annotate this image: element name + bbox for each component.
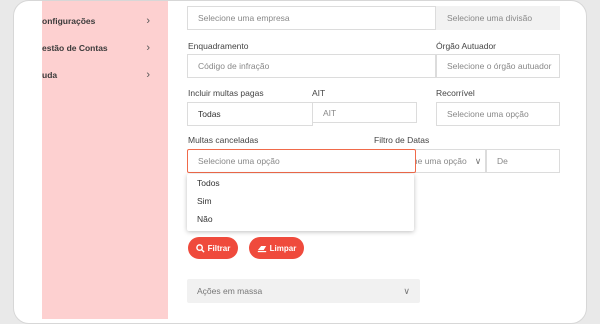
- ait-input[interactable]: AIT: [312, 102, 417, 123]
- recorrivel-select[interactable]: Selecione uma opção: [436, 102, 560, 126]
- chevron-right-icon: ›: [146, 42, 150, 54]
- ait-label: AIT: [312, 88, 326, 98]
- search-icon: [195, 243, 205, 253]
- orgao-placeholder: Selecione o órgão autuador: [447, 61, 552, 71]
- filtrar-button[interactable]: Filtrar: [188, 237, 238, 259]
- dropdown-option-sim[interactable]: Sim: [197, 196, 212, 206]
- multas-canceladas-select[interactable]: Selecione uma opção: [187, 149, 416, 173]
- ait-placeholder: AIT: [323, 107, 337, 118]
- limpar-label: Limpar: [269, 243, 297, 253]
- sidebar-item-label: onfigurações: [42, 16, 96, 26]
- enquadramento-placeholder: Código de infração: [198, 61, 270, 71]
- limpar-button[interactable]: Limpar: [249, 237, 304, 259]
- acoes-em-massa-label: Ações em massa: [197, 286, 263, 296]
- sidebar-item-label: estão de Contas: [42, 43, 108, 53]
- dropdown-option-todos[interactable]: Todos: [197, 178, 220, 188]
- incluir-multas-value: Todas: [198, 109, 221, 119]
- incluir-multas-select[interactable]: Todas: [187, 102, 313, 126]
- eraser-icon: [257, 245, 266, 252]
- sidebar-item-ajuda[interactable]: uda ›: [42, 65, 168, 85]
- data-de-placeholder: De: [497, 156, 508, 166]
- recorrivel-label: Recorrível: [436, 88, 475, 98]
- filtro-datas-label: Filtro de Datas: [374, 135, 430, 145]
- incluir-multas-label: Incluir multas pagas: [188, 88, 264, 98]
- filtrar-label: Filtrar: [207, 243, 231, 253]
- sidebar: onfigurações › estão de Contas › uda ›: [42, 1, 168, 319]
- empresa-placeholder: Selecione uma empresa: [198, 13, 290, 23]
- sidebar-item-gestao-de-contas[interactable]: estão de Contas ›: [42, 38, 168, 58]
- chevron-right-icon: ›: [146, 15, 150, 27]
- chevron-down-icon: ∨: [474, 155, 482, 166]
- recorrivel-placeholder: Selecione uma opção: [447, 109, 529, 119]
- sidebar-item-configuracoes[interactable]: onfigurações ›: [42, 11, 168, 31]
- chevron-right-icon: ›: [146, 69, 150, 81]
- multas-canceladas-placeholder: Selecione uma opção: [198, 156, 280, 166]
- dropdown-option-nao[interactable]: Não: [197, 214, 213, 224]
- sidebar-item-label: uda: [42, 70, 58, 80]
- enquadramento-input[interactable]: Código de infração: [187, 54, 436, 78]
- orgao-autuador-label: Órgão Autuador: [436, 41, 497, 51]
- divisao-select[interactable]: Selecione uma divisão: [436, 6, 560, 30]
- data-de-input[interactable]: De: [486, 149, 560, 173]
- divisao-placeholder: Selecione uma divisão: [447, 13, 533, 23]
- chevron-down-icon: ∨: [403, 285, 410, 296]
- multas-canceladas-label: Multas canceladas: [188, 135, 259, 145]
- multas-canceladas-dropdown: Todos Sim Não: [187, 174, 414, 231]
- acoes-em-massa-select[interactable]: Ações em massa ∨: [187, 279, 420, 303]
- enquadramento-label: Enquadramento: [188, 41, 249, 51]
- empresa-select[interactable]: Selecione uma empresa: [187, 6, 436, 30]
- orgao-autuador-select[interactable]: Selecione o órgão autuador: [436, 54, 560, 78]
